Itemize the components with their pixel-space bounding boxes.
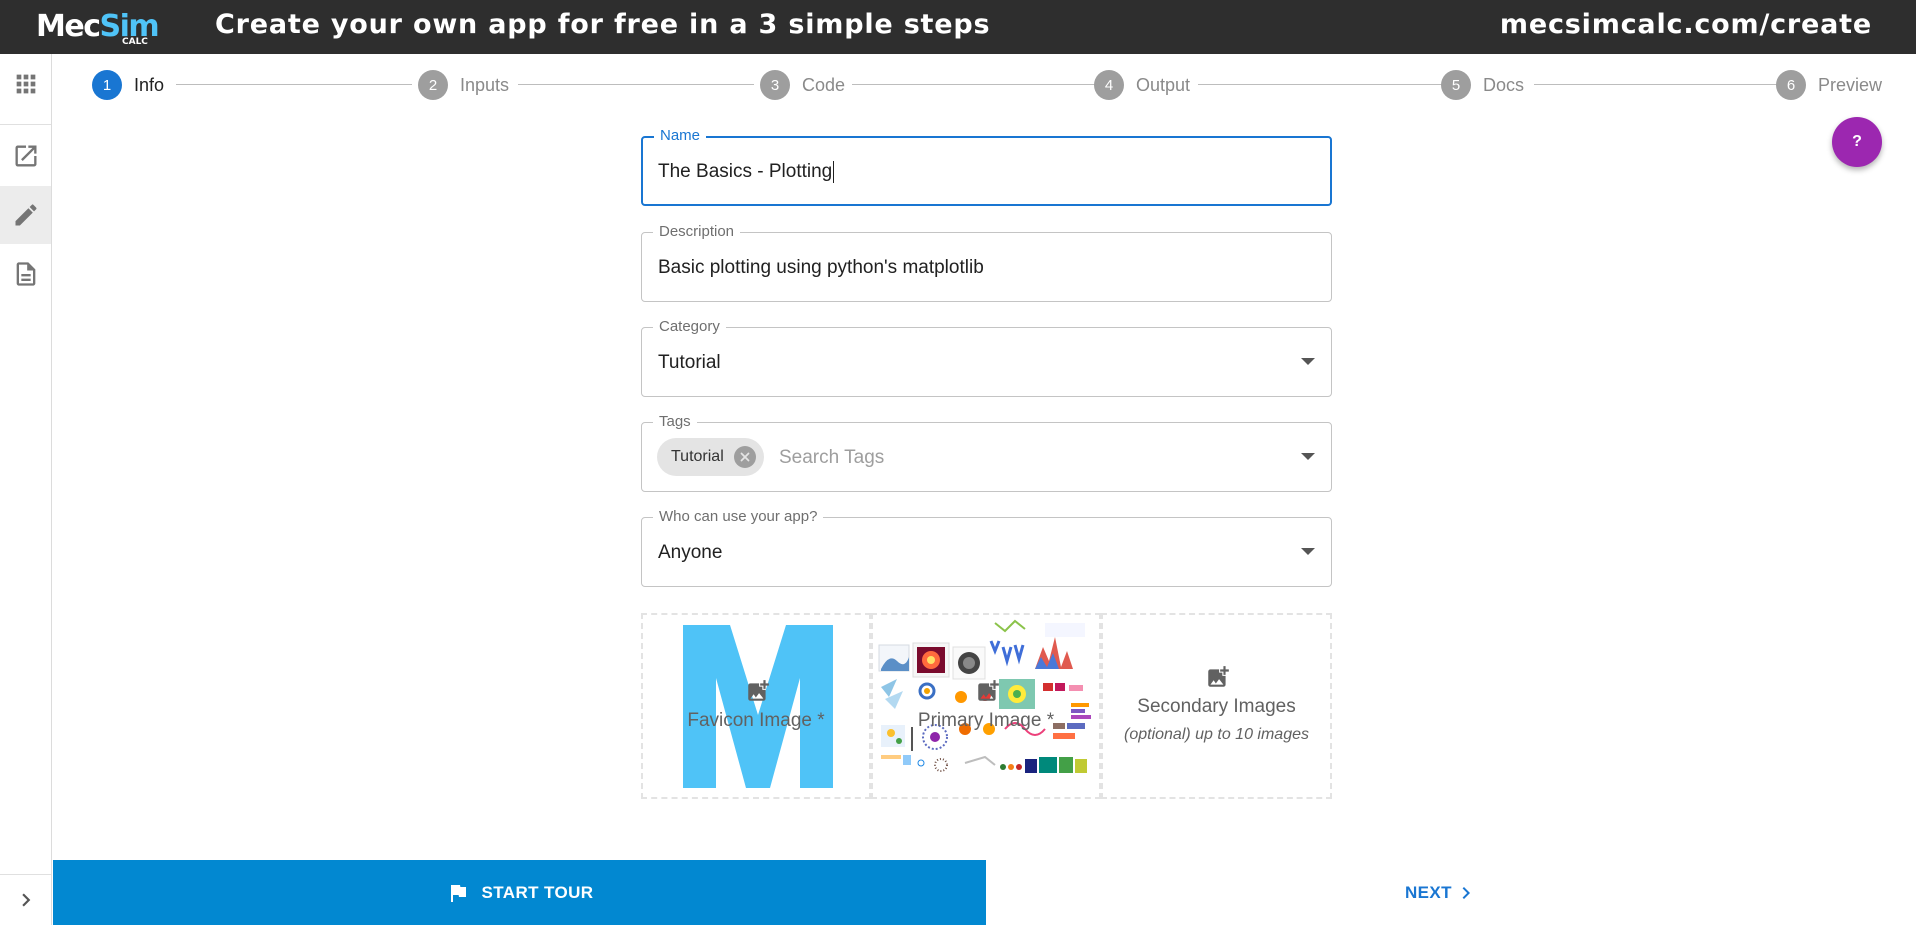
text-caret	[833, 161, 835, 183]
dropdown-arrow-icon[interactable]	[1301, 548, 1315, 555]
banner-headline: Create your own app for free in a 3 simp…	[215, 9, 991, 40]
dropdown-arrow-icon[interactable]	[1301, 453, 1315, 460]
step-connector	[518, 84, 754, 85]
primary-preview-collage	[878, 619, 1091, 773]
add-photo-icon	[744, 678, 772, 704]
help-button[interactable]: ?	[1832, 117, 1882, 167]
step-number: 3	[760, 70, 790, 100]
step-docs[interactable]: 5 Docs	[1441, 70, 1524, 100]
mecsimcalc-logo[interactable]: MecSim CALC	[36, 7, 160, 49]
tag-search-input[interactable]: Search Tags	[779, 447, 884, 469]
flag-icon	[450, 884, 466, 902]
tag-chip-label: Tutorial	[671, 448, 724, 465]
category-select[interactable]: Category Tutorial	[641, 318, 1332, 397]
step-output[interactable]: 4 Output	[1094, 70, 1190, 100]
step-number: 1	[92, 70, 122, 100]
chevron-right-icon	[21, 893, 30, 907]
next-label: NEXT	[1405, 883, 1452, 902]
sidebar-apps-button[interactable]	[0, 55, 51, 113]
image-uploads: Favicon Image * Primary Image * Secondar…	[641, 613, 1332, 799]
step-label: Code	[802, 74, 846, 95]
step-connector	[852, 84, 1096, 85]
primary-image-slot[interactable]: Primary Image *	[871, 613, 1101, 799]
description-field-label: Description	[653, 223, 741, 241]
access-select-value: Anyone	[658, 542, 723, 563]
left-sidebar	[0, 54, 52, 925]
primary-image-label: Primary Image *	[917, 710, 1055, 731]
tag-chip[interactable]: Tutorial	[657, 438, 764, 476]
category-select-value: Tutorial	[658, 352, 721, 373]
secondary-images-hint: (optional) up to 10 images	[1124, 726, 1309, 743]
access-select-label: Who can use your app?	[653, 508, 824, 526]
step-number: 6	[1776, 70, 1806, 100]
favicon-image-slot[interactable]: Favicon Image *	[641, 613, 871, 799]
step-connector	[1198, 84, 1444, 85]
step-label: Docs	[1483, 74, 1525, 95]
step-label: Output	[1136, 74, 1191, 95]
secondary-images-label: Secondary Images	[1137, 696, 1296, 717]
tags-field-label: Tags	[653, 413, 697, 431]
step-number: 2	[418, 70, 448, 100]
start-tour-button[interactable]: START TOUR	[53, 860, 986, 925]
sidebar-docs-button[interactable]	[0, 245, 51, 303]
secondary-images-slot[interactable]: Secondary Images (optional) up to 10 ima…	[1101, 613, 1332, 799]
pencil-icon	[15, 204, 37, 226]
step-info[interactable]: 1 Info	[92, 70, 164, 100]
start-tour-label: START TOUR	[481, 882, 594, 902]
step-number: 5	[1441, 70, 1471, 100]
step-label: Info	[134, 74, 165, 95]
sidebar-open-app-button[interactable]	[0, 127, 51, 185]
step-connector	[1534, 84, 1780, 85]
step-connector	[176, 84, 412, 85]
top-banner: MecSim CALC Create your own app for free…	[0, 0, 1916, 54]
chevron-right-icon	[1462, 887, 1470, 899]
next-button[interactable]: NEXT	[1405, 875, 1478, 911]
logo-sub-text: CALC	[122, 37, 148, 47]
description-field[interactable]: Description Basic plotting using python'…	[641, 223, 1332, 302]
step-preview[interactable]: 6 Preview	[1776, 70, 1882, 100]
favicon-image-label: Favicon Image *	[687, 710, 825, 731]
add-photo-icon	[974, 678, 1002, 704]
apps-grid-icon	[16, 74, 35, 94]
open-in-new-icon	[15, 145, 36, 167]
tags-field[interactable]: Tags Tutorial Search Tags	[641, 413, 1332, 492]
step-code[interactable]: 3 Code	[760, 70, 845, 100]
add-photo-icon	[1204, 664, 1232, 690]
banner-url[interactable]: mecsimcalc.com/create	[1500, 9, 1872, 40]
chip-remove-button[interactable]	[733, 446, 756, 468]
description-field-value: Basic plotting using python's matplotlib	[658, 257, 984, 278]
access-select[interactable]: Who can use your app? Anyone	[641, 508, 1332, 587]
name-field-label: Name	[654, 127, 707, 145]
sidebar-divider	[0, 124, 51, 125]
sidebar-edit-button[interactable]	[0, 186, 51, 244]
category-select-label: Category	[653, 318, 726, 336]
dropdown-arrow-icon[interactable]	[1301, 358, 1315, 365]
name-field[interactable]: Name The Basics - Plotting	[641, 127, 1332, 206]
favicon-preview-image	[683, 625, 833, 788]
step-inputs[interactable]: 2 Inputs	[418, 70, 509, 100]
close-icon	[740, 452, 750, 462]
sidebar-expand-button[interactable]	[0, 874, 51, 925]
step-progress: 1 Info 2 Inputs 3 Code 4 Output 5 Docs 6…	[92, 70, 1882, 100]
step-label: Inputs	[460, 74, 510, 95]
step-number: 4	[1094, 70, 1124, 100]
document-icon	[16, 262, 35, 286]
name-field-value: The Basics - Plotting	[658, 161, 833, 182]
logo-main-text: Mec	[36, 9, 101, 44]
step-label: Preview	[1818, 74, 1883, 95]
